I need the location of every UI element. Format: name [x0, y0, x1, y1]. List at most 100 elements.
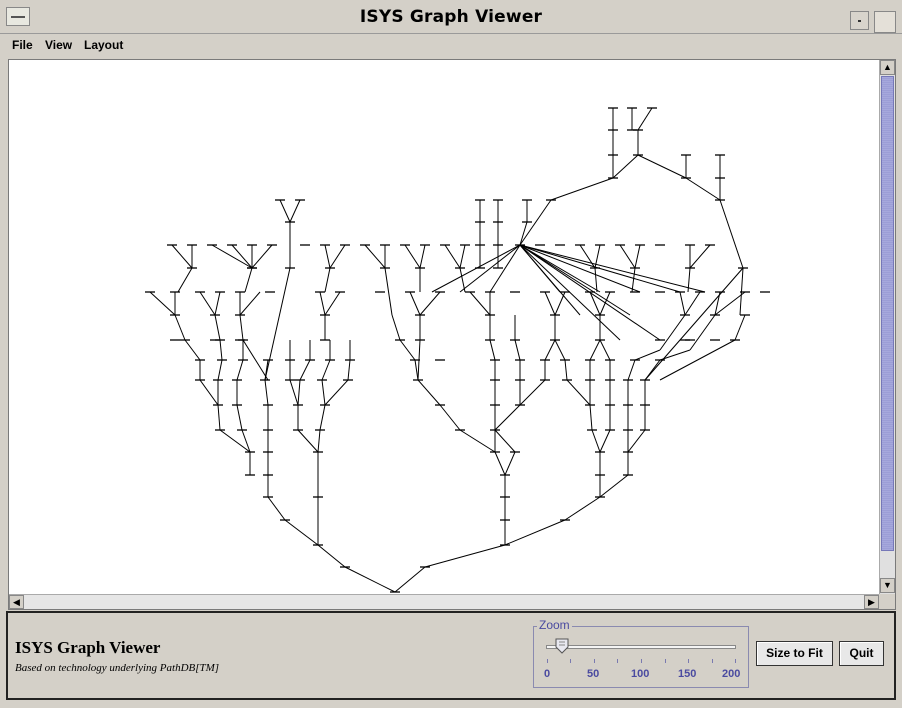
graph-edge: [599, 429, 611, 453]
graph-edge: [599, 474, 629, 498]
graph-edge: [211, 244, 253, 269]
graph-edge: [177, 267, 193, 293]
graph-edge: [659, 349, 691, 361]
graph-edge: [689, 314, 716, 351]
graph-edge: [519, 379, 546, 406]
graph-edge: [251, 244, 273, 269]
graph-edge: [685, 177, 721, 201]
graph-edge: [612, 154, 639, 179]
graph-edge: [431, 244, 521, 293]
zoom-tick-label: 150: [678, 668, 697, 680]
graph-edge: [591, 429, 601, 453]
graph-edge: [317, 544, 346, 568]
graph-edge: [279, 199, 291, 223]
graph-edge: [324, 291, 341, 316]
window-title: ISYS Graph Viewer: [359, 7, 543, 27]
zoom-tick-0: [547, 659, 548, 663]
scroll-down-icon[interactable]: ▼: [880, 578, 895, 593]
graph-edge: [264, 379, 269, 406]
scroll-right-icon[interactable]: ▶: [864, 595, 879, 609]
graph-edge: [424, 544, 506, 568]
control-panel: ISYS Graph Viewer Based on technology un…: [6, 611, 896, 700]
graph-edge: [684, 291, 701, 316]
graph-edge: [627, 429, 646, 453]
graph-edge: [734, 314, 746, 341]
graph-edge: [391, 314, 401, 341]
zoom-tick-minor: [570, 659, 571, 663]
graph-edge: [347, 359, 351, 381]
graph-edge: [214, 291, 221, 316]
graph-edge: [594, 267, 598, 293]
graph-edge: [444, 244, 461, 269]
graph-edge: [236, 404, 243, 431]
menu-file[interactable]: File: [12, 38, 33, 52]
zoom-tick-minor: [617, 659, 618, 663]
horizontal-scrollbar[interactable]: ◀ ▶: [9, 594, 879, 609]
graph-edge: [504, 519, 566, 546]
menu-bar: File View Layout: [0, 36, 902, 58]
graph-edge: [297, 429, 319, 453]
graph-edge: [637, 154, 687, 179]
title-bar: ISYS Graph Viewer: [0, 0, 902, 34]
zoom-tick-minor: [665, 659, 666, 663]
graph-edge: [324, 267, 331, 293]
graph-edge: [184, 339, 201, 361]
graph-edge: [399, 339, 416, 361]
graph-edge: [324, 379, 349, 406]
menu-layout[interactable]: Layout: [84, 38, 123, 52]
zoom-group: Zoom 0 50 100 150 200: [533, 618, 749, 688]
scroll-left-icon[interactable]: ◀: [9, 595, 24, 609]
vertical-scroll-thumb[interactable]: [881, 76, 894, 551]
graph-edge: [554, 339, 566, 361]
graph-edge: [589, 404, 593, 431]
graph-canvas[interactable]: [9, 60, 879, 594]
graph-edge: [319, 291, 326, 316]
graph-edge: [459, 244, 466, 269]
graph-edge: [289, 379, 299, 406]
graph-edge: [589, 339, 601, 361]
menu-view[interactable]: View: [45, 38, 72, 52]
graph-edge: [469, 291, 491, 316]
graph-edge: [404, 244, 421, 269]
graph-edge: [344, 566, 396, 593]
graph-edge: [244, 267, 253, 293]
graph-edge: [494, 429, 516, 453]
graph-edge: [459, 429, 496, 453]
graph-edge: [689, 244, 711, 269]
graph-edge: [719, 199, 744, 269]
zoom-tick-label: 50: [587, 668, 600, 680]
graph-edge: [284, 519, 319, 546]
graph-edge: [219, 339, 223, 361]
graph-edge: [319, 404, 326, 431]
graph-edge: [217, 359, 223, 381]
app-title: ISYS Graph Viewer: [15, 638, 161, 657]
size-to-fit-button[interactable]: Size to Fit: [756, 641, 833, 666]
graph-edge: [299, 359, 311, 381]
maximize-button[interactable]: [874, 11, 896, 33]
graph-edge: [634, 244, 641, 269]
scroll-up-icon[interactable]: ▲: [880, 60, 895, 75]
graph-edge: [494, 404, 521, 431]
graph-edge: [394, 566, 426, 593]
graph-edge: [199, 379, 219, 406]
graph-edge: [519, 244, 631, 316]
minimize-button[interactable]: [850, 11, 869, 30]
graph-edge: [514, 339, 521, 361]
graph-edge: [231, 244, 253, 269]
graph-edge: [317, 429, 321, 453]
graph-edge: [289, 199, 301, 223]
graph-edge: [321, 379, 326, 406]
quit-button[interactable]: Quit: [839, 641, 884, 666]
graph-edge: [659, 314, 686, 351]
graph-edge: [564, 496, 601, 521]
graph-edge: [494, 451, 506, 476]
vertical-scrollbar[interactable]: ▲ ▼: [879, 60, 895, 594]
zoom-slider-track[interactable]: [546, 645, 736, 649]
graph-edge: [214, 314, 221, 341]
graph-edge: [239, 291, 261, 316]
graph-edge: [619, 244, 636, 269]
graph-edge: [419, 244, 426, 269]
zoom-slider-thumb[interactable]: [555, 638, 569, 654]
graph-edge: [236, 359, 244, 381]
zoom-tick-label: 100: [631, 668, 650, 680]
